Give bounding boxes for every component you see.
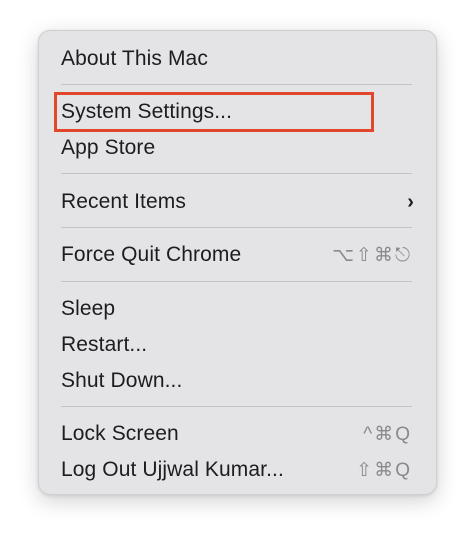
menu-item-recent-items[interactable]: Recent Items › — [39, 185, 436, 219]
menu-item-label: Sleep — [61, 297, 116, 320]
menu-item-app-store[interactable]: App Store — [39, 131, 436, 165]
menu-separator — [61, 227, 412, 228]
keyboard-shortcut: ^⌘Q — [363, 423, 412, 445]
menu-item-label: Log Out Ujjwal Kumar... — [61, 458, 284, 481]
menu-item-sleep[interactable]: Sleep — [39, 292, 436, 326]
menu-item-shut-down[interactable]: Shut Down... — [39, 364, 436, 398]
chevron-right-icon: › — [407, 190, 414, 213]
menu-separator — [61, 281, 412, 282]
menu-item-label: Shut Down... — [61, 369, 183, 392]
menu-separator — [61, 173, 412, 174]
menu-item-restart[interactable]: Restart... — [39, 328, 436, 362]
menu-separator — [61, 84, 412, 85]
menu-separator — [61, 406, 412, 407]
menu-item-about-this-mac[interactable]: About This Mac — [39, 42, 436, 76]
keyboard-shortcut: ⌥⇧⌘⎋ — [332, 244, 412, 266]
apple-menu: About This Mac System Settings... App St… — [38, 30, 437, 495]
menu-item-label: About This Mac — [61, 47, 208, 70]
menu-item-label: Recent Items — [61, 190, 186, 213]
menu-item-label: Force Quit Chrome — [61, 243, 242, 266]
keyboard-shortcut: ⇧⌘Q — [356, 459, 412, 481]
menu-item-label: System Settings... — [61, 100, 233, 123]
menu-item-label: App Store — [61, 136, 156, 159]
menu-item-force-quit[interactable]: Force Quit Chrome ⌥⇧⌘⎋ — [39, 238, 436, 272]
menu-item-lock-screen[interactable]: Lock Screen ^⌘Q — [39, 417, 436, 451]
menu-item-label: Lock Screen — [61, 422, 179, 445]
menu-item-log-out[interactable]: Log Out Ujjwal Kumar... ⇧⌘Q — [39, 453, 436, 487]
menu-item-system-settings[interactable]: System Settings... — [39, 95, 436, 129]
menu-item-label: Restart... — [61, 333, 148, 356]
